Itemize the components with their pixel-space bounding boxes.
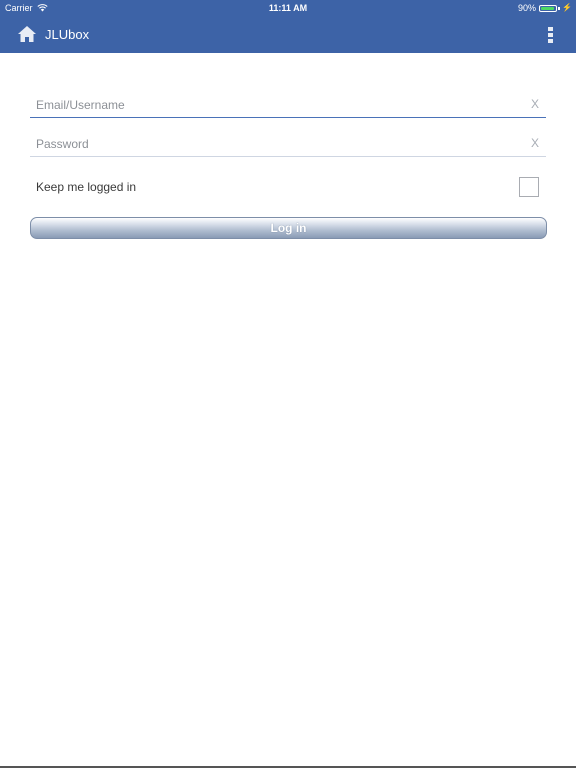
status-bar-right: 90% ⚡ bbox=[518, 0, 572, 16]
clear-email-button[interactable]: X bbox=[531, 92, 539, 117]
home-icon[interactable] bbox=[17, 25, 37, 43]
password-field[interactable]: X bbox=[30, 131, 546, 157]
navigation-bar: JLUbox bbox=[0, 16, 576, 53]
nav-title: JLUbox bbox=[45, 27, 90, 42]
battery-icon bbox=[539, 4, 558, 12]
battery-percent: 90% bbox=[518, 3, 537, 13]
email-input[interactable] bbox=[36, 92, 516, 117]
login-button[interactable]: Log in bbox=[30, 217, 547, 239]
clear-password-button[interactable]: X bbox=[531, 131, 539, 156]
battery-tip bbox=[558, 6, 561, 10]
battery-level bbox=[541, 6, 555, 10]
charging-bolt-icon: ⚡ bbox=[562, 3, 572, 12]
email-field[interactable]: X bbox=[30, 92, 546, 118]
keep-logged-in-label: Keep me logged in bbox=[36, 180, 137, 194]
keep-logged-in-checkbox[interactable] bbox=[519, 177, 539, 197]
status-time: 11:11 AM bbox=[268, 3, 308, 13]
status-bar: Carrier 11:11 AM 90% ⚡ bbox=[0, 0, 576, 16]
more-vertical-icon[interactable] bbox=[548, 27, 553, 43]
password-input[interactable] bbox=[36, 131, 516, 156]
